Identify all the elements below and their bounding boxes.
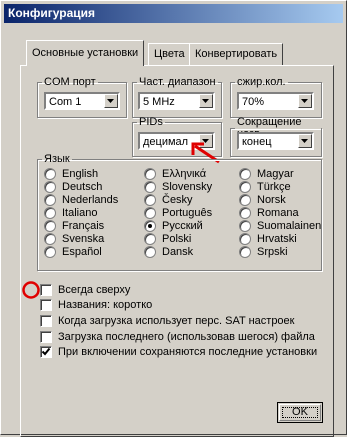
language-option-label: Français (62, 220, 105, 232)
tab-convert[interactable]: Конвертировать (189, 43, 284, 65)
circle-annotation-icon (22, 281, 40, 299)
language-option-label: Dansk (162, 246, 194, 258)
language-option-label: Русский (162, 220, 203, 232)
freq-range-value: 5 MHz (143, 96, 175, 108)
radio-icon (239, 181, 251, 193)
language-option-label: Ελληνικά (162, 168, 207, 180)
radio-icon (239, 194, 251, 206)
radio-icon (44, 181, 56, 193)
checkbox-label: Названия: коротко (58, 299, 153, 311)
tab-main-settings[interactable]: Основные установки (26, 40, 145, 66)
checkbox-label: Когда загрузка использует перс. SAT наст… (58, 315, 295, 327)
radio-icon (44, 220, 56, 232)
radio-icon (239, 220, 251, 232)
chevron-down-icon[interactable] (104, 94, 118, 108)
radio-icon (239, 233, 251, 245)
checkbox-label: Всегда сверху (58, 284, 131, 296)
language-option-label: Magyar (257, 168, 294, 180)
language-option-label: Italiano (62, 207, 98, 219)
checkbox-icon (40, 284, 52, 296)
com-port-value: Com 1 (49, 96, 82, 108)
radio-icon (239, 246, 251, 258)
radio-icon (239, 207, 251, 219)
language-option-label: Deutsch (62, 181, 103, 193)
radio-icon (44, 233, 56, 245)
language-option-label: Nederlands (62, 194, 119, 206)
ok-button[interactable]: OK (277, 402, 323, 423)
freq-range-label: Част. диапазон (139, 76, 216, 88)
com-port-select[interactable]: Com 1 (44, 92, 120, 110)
checkbox-icon (40, 346, 52, 358)
chevron-down-icon[interactable] (298, 134, 312, 148)
language-option-label: Slovensky (162, 181, 213, 193)
compression-label: сжир.кол. (237, 76, 286, 88)
compression-select[interactable]: 70% (237, 92, 314, 110)
freq-range-select[interactable]: 5 MHz (138, 92, 215, 110)
tab-colors[interactable]: Цвета (148, 43, 191, 65)
radio-icon (239, 168, 251, 180)
checkbox-label: При включении сохраняются последние уста… (58, 346, 318, 358)
language-option-label: Česky (162, 194, 193, 206)
checkbox-icon (40, 331, 52, 343)
language-option-label: Romana (257, 207, 299, 219)
language-option-label: Türkçe (257, 181, 291, 193)
checkbox-icon (40, 299, 52, 311)
chevron-down-icon[interactable] (199, 94, 213, 108)
abbreviation-value: конец (242, 136, 272, 148)
radio-icon (144, 168, 156, 180)
radio-icon (144, 246, 156, 258)
language-option-label: Suomalainen (257, 220, 322, 232)
radio-icon (144, 194, 156, 206)
abbreviation-select[interactable]: конец (237, 132, 314, 150)
com-port-label: COM порт (44, 76, 96, 88)
language-option-label: Polski (162, 233, 192, 245)
radio-icon (44, 194, 56, 206)
language-option-label: Norsk (257, 194, 286, 206)
language-option-label: Português (162, 207, 213, 219)
radio-icon (144, 181, 156, 193)
compression-value: 70% (242, 96, 265, 108)
window-title: Конфигурация (4, 4, 343, 23)
radio-icon (44, 168, 56, 180)
language-option-label: Svenska (62, 233, 105, 245)
radio-icon (144, 220, 156, 232)
language-option-label: English (62, 168, 99, 180)
language-option-label: Srpski (257, 246, 288, 258)
pids-value: децимал (143, 136, 189, 148)
radio-icon (44, 246, 56, 258)
config-window: Конфигурация Основные установки Цвета Ко… (0, 0, 347, 437)
radio-icon (44, 207, 56, 219)
language-option-label: Español (62, 246, 102, 258)
ok-label: OK (292, 406, 308, 418)
checkbox-icon (40, 315, 52, 327)
language-option-label: Hrvatski (257, 233, 297, 245)
radio-icon (144, 233, 156, 245)
pids-label: PIDs (139, 116, 163, 128)
checkbox-label: Загрузка последнего (использовав шегося)… (58, 331, 315, 343)
radio-icon (144, 207, 156, 219)
chevron-down-icon[interactable] (298, 94, 312, 108)
language-label: Язык (44, 153, 70, 165)
